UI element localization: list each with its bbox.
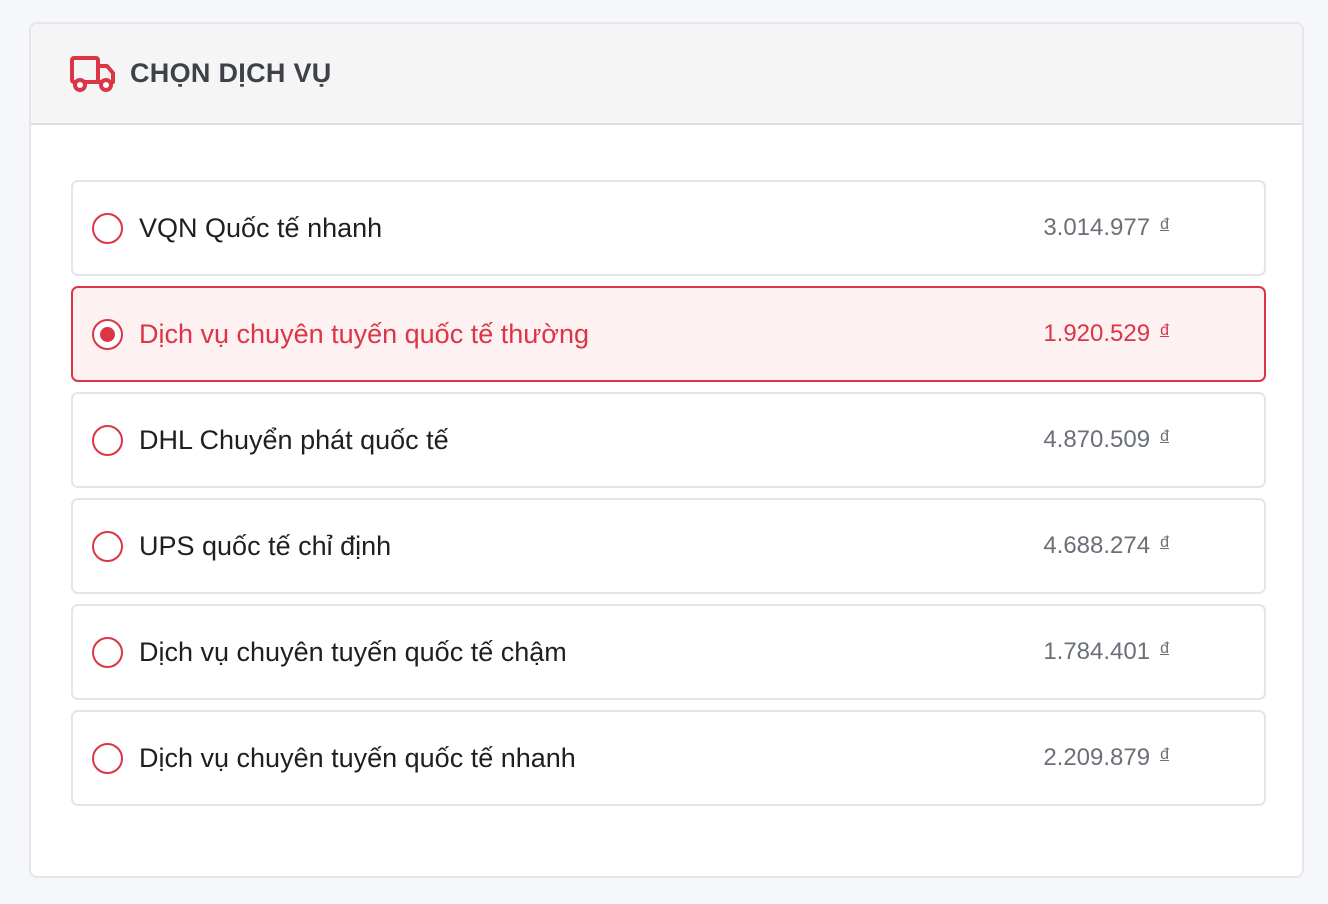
radio-button[interactable] (92, 424, 123, 456)
service-selection-card: CHỌN DỊCH VỤ VQN Quốc tế nhanh 3.014.977… (29, 22, 1304, 878)
service-options-list: VQN Quốc tế nhanh 3.014.977 đ Dịch vụ ch… (71, 180, 1266, 816)
service-option[interactable]: Dịch vụ chuyên tuyến quốc tế chậm 1.784.… (71, 604, 1266, 700)
service-option[interactable]: VQN Quốc tế nhanh 3.014.977 đ (71, 180, 1266, 276)
service-price: 1.784.401 đ (1043, 638, 1169, 666)
radio-button[interactable] (92, 530, 123, 562)
currency-symbol: đ (1160, 322, 1169, 339)
currency-symbol: đ (1160, 428, 1169, 445)
currency-symbol: đ (1160, 216, 1169, 233)
service-price: 4.688.274 đ (1043, 532, 1169, 560)
price-value: 4.688.274 (1043, 532, 1151, 559)
card-title: CHỌN DỊCH VỤ (130, 58, 332, 88)
radio-button[interactable] (92, 212, 123, 244)
radio-button[interactable] (92, 318, 123, 350)
service-option[interactable]: Dịch vụ chuyên tuyến quốc tế thường 1.92… (71, 286, 1266, 382)
service-price: 3.014.977 đ (1043, 214, 1169, 242)
price-value: 3.014.977 (1043, 214, 1151, 241)
currency-symbol: đ (1160, 534, 1169, 551)
service-price: 2.209.879 đ (1043, 744, 1169, 772)
service-name: Dịch vụ chuyên tuyến quốc tế chậm (139, 636, 567, 667)
service-name: DHL Chuyển phát quốc tế (139, 424, 449, 455)
price-value: 4.870.509 (1043, 426, 1151, 453)
currency-symbol: đ (1160, 746, 1169, 763)
service-option[interactable]: DHL Chuyển phát quốc tế 4.870.509 đ (71, 392, 1266, 488)
service-name: Dịch vụ chuyên tuyến quốc tế nhanh (139, 742, 576, 773)
service-name: VQN Quốc tế nhanh (139, 212, 383, 243)
service-option[interactable]: Dịch vụ chuyên tuyến quốc tế nhanh 2.209… (71, 710, 1266, 806)
service-price: 1.920.529 đ (1043, 320, 1169, 348)
service-name: UPS quốc tế chỉ định (139, 530, 392, 561)
service-option[interactable]: UPS quốc tế chỉ định 4.688.274 đ (71, 498, 1266, 594)
radio-button[interactable] (92, 742, 123, 774)
truck-icon (70, 55, 116, 92)
service-price: 4.870.509 đ (1043, 426, 1169, 454)
card-header: CHỌN DỊCH VỤ (31, 24, 1302, 125)
price-value: 1.920.529 (1043, 320, 1151, 347)
radio-button[interactable] (92, 636, 123, 668)
service-name: Dịch vụ chuyên tuyến quốc tế thường (139, 318, 590, 349)
currency-symbol: đ (1160, 640, 1169, 657)
price-value: 1.784.401 (1043, 638, 1151, 665)
price-value: 2.209.879 (1043, 744, 1151, 771)
radio-dot (100, 326, 115, 342)
